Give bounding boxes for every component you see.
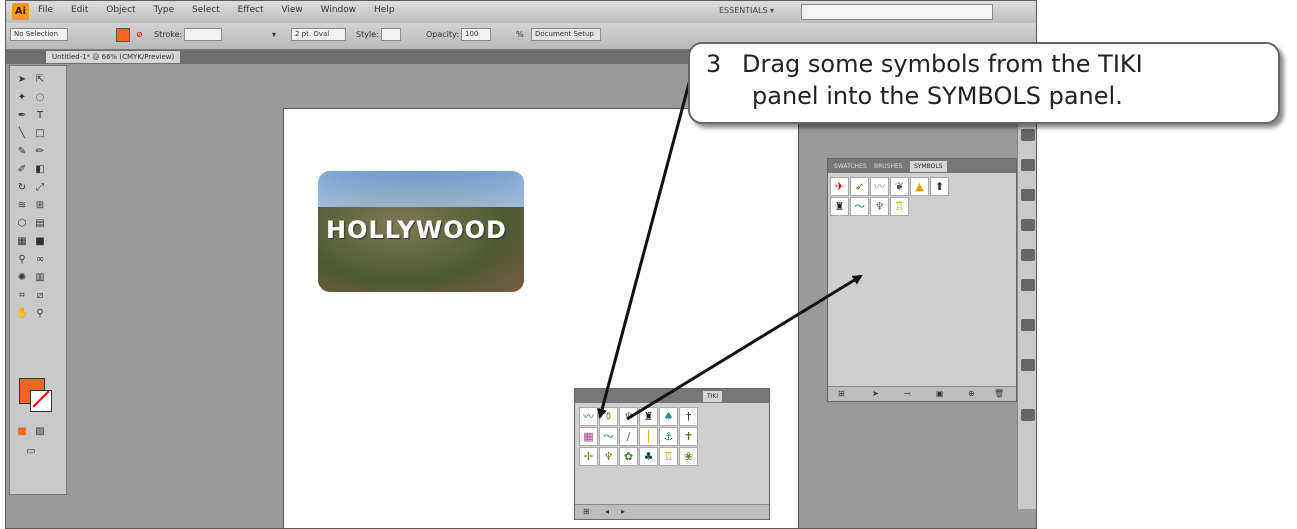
callout-line-1: Drag some symbols from the TIKI: [742, 50, 1143, 78]
arrow-to-tiki-panel: [597, 71, 694, 419]
callout-line-2: panel into the SYMBOLS panel.: [752, 82, 1123, 110]
step-number: 3: [706, 50, 722, 78]
arrow-to-symbols-panel: [626, 274, 863, 421]
instruction-callout: 3 Drag some symbols from the TIKI panel …: [688, 42, 1280, 124]
